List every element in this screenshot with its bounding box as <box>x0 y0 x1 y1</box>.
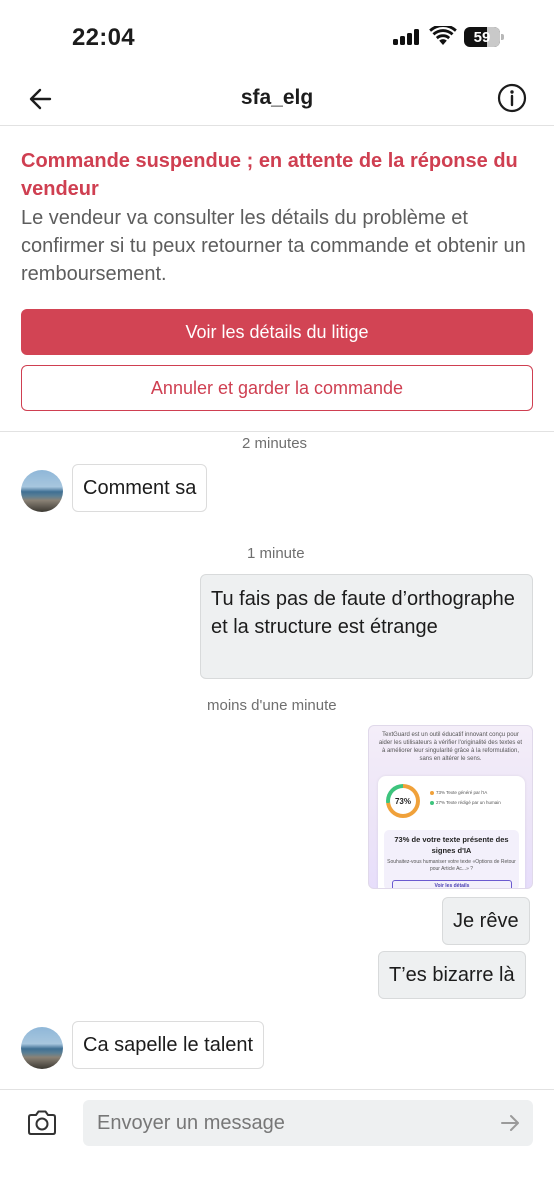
message-input-placeholder: Envoyer un message <box>97 1112 285 1134</box>
ai-percent-donut: 73% <box>386 784 420 818</box>
conversation-title: sfa_elg <box>240 86 314 109</box>
composer-divider <box>0 1089 554 1090</box>
image-summary-box: 73% de votre texte présente des signes d… <box>384 830 519 888</box>
legend-ai-text: 73% Texte généré par l'IA <box>436 790 488 795</box>
image-intro-text: TextGuard est un outil éducatif innovant… <box>378 732 523 762</box>
avatar[interactable] <box>21 1027 63 1069</box>
legend-human-text: 27% Texte rédigé par un humain <box>436 800 501 805</box>
info-circle-icon[interactable] <box>497 83 527 113</box>
battery-level: 59 <box>473 28 491 46</box>
avatar[interactable] <box>21 470 63 512</box>
message-timestamp: 2 minutes <box>242 435 308 452</box>
message-bubble-received[interactable]: Comment sa <box>72 464 208 512</box>
legend-ai: 73% Texte généré par l'IA <box>430 790 487 795</box>
message-input[interactable]: Envoyer un message <box>83 1100 533 1146</box>
camera-icon[interactable] <box>26 1108 58 1138</box>
ai-percent-label: 73% <box>390 788 416 814</box>
divider <box>0 431 554 432</box>
message-timestamp: moins d'une minute <box>207 697 337 714</box>
order-status-alert: Commande suspendue ; en attente de la ré… <box>21 147 533 288</box>
cellular-signal-icon <box>393 29 421 45</box>
message-bubble-received[interactable]: Ca sapelle le talent <box>72 1021 265 1069</box>
alert-body: Le vendeur va consulter les détails du p… <box>21 207 526 285</box>
chat-header: sfa_elg <box>0 72 554 126</box>
view-dispute-details-button[interactable]: Voir les détails du litige <box>21 309 533 355</box>
wifi-icon <box>429 26 457 45</box>
cancel-keep-order-button[interactable]: Annuler et garder la commande <box>21 365 533 411</box>
image-result-card: 73% 73% Texte généré par l'IA 27% Texte … <box>378 776 525 888</box>
message-bubble-sent[interactable]: T’es bizarre là <box>378 951 526 999</box>
status-bar: 22:04 59 <box>0 0 554 72</box>
message-bubble-sent[interactable]: Tu fais pas de faute d’orthographe et la… <box>200 574 533 679</box>
battery-icon: 59 <box>464 27 504 47</box>
message-timestamp: 1 minute <box>247 545 305 562</box>
image-question: Souhaitez-vous humaniser votre texte «Op… <box>387 859 516 872</box>
status-time: 22:04 <box>72 24 135 51</box>
image-message[interactable]: TextGuard est un outil éducatif innovant… <box>368 725 533 889</box>
image-headline: 73% de votre texte présente des signes d… <box>394 835 509 855</box>
image-details-link: Voir les détails <box>392 880 512 888</box>
alert-title: Commande suspendue ; en attente de la ré… <box>21 150 518 200</box>
legend-human: 27% Texte rédigé par un humain <box>430 800 501 805</box>
send-arrow-icon[interactable] <box>499 1112 521 1134</box>
message-bubble-sent[interactable]: Je rêve <box>442 897 530 945</box>
